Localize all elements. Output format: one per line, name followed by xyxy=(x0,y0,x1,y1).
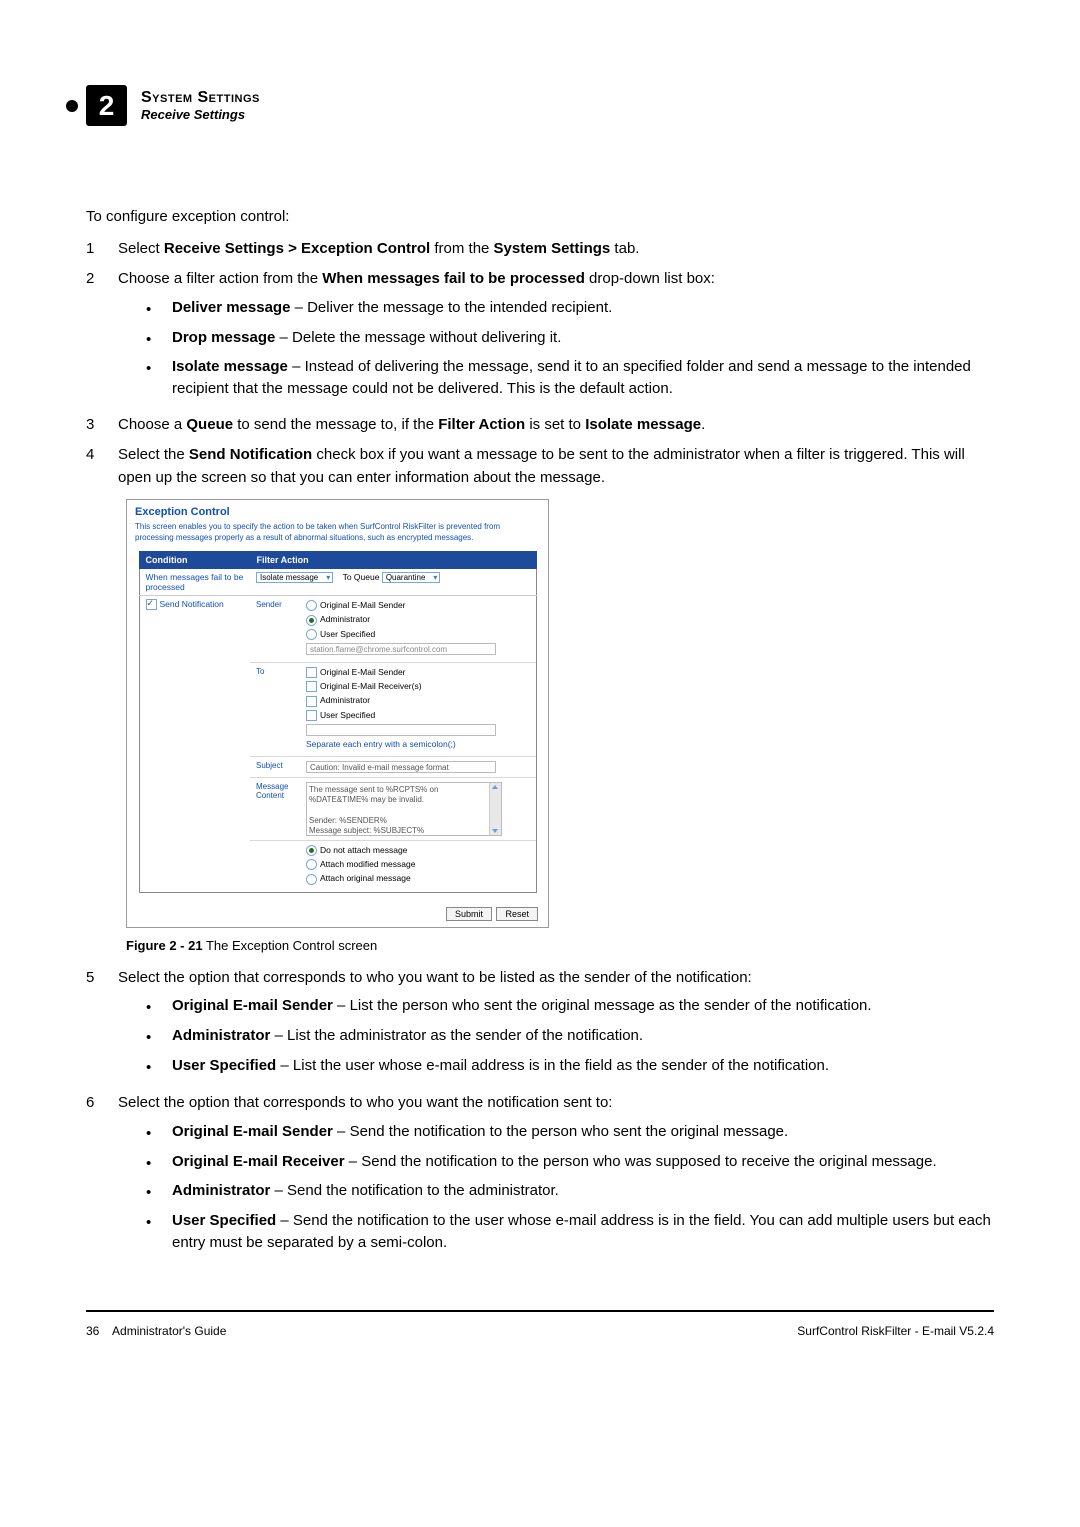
sender-radio-user[interactable] xyxy=(306,629,317,640)
th-filter-action: Filter Action xyxy=(250,552,536,569)
list-item: •Drop message – Delete the message witho… xyxy=(146,327,994,351)
step-4: 4 Select the Send Notification check box… xyxy=(86,444,994,489)
sender-user-input[interactable]: station.flame@chrome.surfcontrol.com xyxy=(306,643,496,655)
to-chk-admin[interactable] xyxy=(306,696,317,707)
list-item: •Deliver message – Deliver the message t… xyxy=(146,297,994,321)
to-chk-sender[interactable] xyxy=(306,667,317,678)
reset-button[interactable]: Reset xyxy=(496,907,538,921)
step-6: 6 Select the option that corresponds to … xyxy=(86,1092,994,1259)
list-item: •Original E-mail Sender – List the perso… xyxy=(146,995,994,1019)
step-3: 3 Choose a Queue to send the message to,… xyxy=(86,414,994,437)
to-chk-receiver[interactable] xyxy=(306,681,317,692)
list-item: •Original E-mail Sender – Send the notif… xyxy=(146,1121,994,1145)
content-label: Message Content xyxy=(250,778,304,840)
step-5: 5 Select the option that corresponds to … xyxy=(86,967,994,1085)
scrollbar[interactable] xyxy=(489,783,501,835)
guide-name: Administrator's Guide xyxy=(112,1324,226,1338)
filter-action-select[interactable]: Isolate message xyxy=(256,572,333,583)
list-item: •Original E-mail Receiver – Send the not… xyxy=(146,1151,994,1175)
to-queue-label: To Queue xyxy=(343,572,380,582)
product-name: SurfControl RiskFilter - E-mail V5.2.4 xyxy=(797,1324,994,1338)
intro-text: To configure exception control: xyxy=(86,206,994,228)
attach-radio-modified[interactable] xyxy=(306,859,317,870)
attach-radio-original[interactable] xyxy=(306,874,317,885)
page-header: 2 System Settings Receive Settings xyxy=(86,85,994,126)
submit-button[interactable]: Submit xyxy=(446,907,492,921)
send-notification-label: Send Notification xyxy=(160,599,224,609)
list-item: •User Specified – List the user whose e-… xyxy=(146,1055,994,1079)
subject-input[interactable]: Caution: Invalid e-mail message format xyxy=(306,761,496,773)
subject-label: Subject xyxy=(250,757,304,777)
chapter-number: 2 xyxy=(99,90,115,122)
list-item: •Administrator – Send the notification t… xyxy=(146,1180,994,1204)
message-content-textarea[interactable]: The message sent to %RCPTS% on %DATE&TIM… xyxy=(306,782,502,836)
th-condition: Condition xyxy=(139,552,250,569)
step-2: 2 Choose a filter action from the When m… xyxy=(86,268,994,406)
queue-select[interactable]: Quarantine xyxy=(382,572,441,583)
panel-title: Exception Control xyxy=(127,500,548,522)
to-user-input[interactable] xyxy=(306,724,496,736)
to-label: To xyxy=(250,663,304,756)
list-item: •Administrator – List the administrator … xyxy=(146,1025,994,1049)
chapter-number-badge: 2 xyxy=(86,85,127,126)
list-item: •User Specified – Send the notification … xyxy=(146,1210,994,1254)
to-chk-user[interactable] xyxy=(306,710,317,721)
send-notification-checkbox[interactable] xyxy=(146,599,157,610)
panel-description: This screen enables you to specify the a… xyxy=(127,522,548,551)
page-footer: 36 Administrator's Guide SurfControl Ris… xyxy=(86,1310,994,1338)
chapter-subtitle: Receive Settings xyxy=(141,107,260,122)
figure-caption: Figure 2 - 21 The Exception Control scre… xyxy=(126,938,994,953)
chapter-title: System Settings xyxy=(141,89,260,107)
sender-radio-admin[interactable] xyxy=(306,615,317,626)
to-hint: Separate each entry with a semicolon(;) xyxy=(306,739,530,749)
row-condition-label: When messages fail to be processed xyxy=(139,569,250,596)
attach-radio-none[interactable] xyxy=(306,845,317,856)
exception-control-screenshot: Exception Control This screen enables yo… xyxy=(126,499,549,927)
list-item: •Isolate message – Instead of delivering… xyxy=(146,356,994,400)
page-number: 36 xyxy=(86,1324,99,1338)
step-1: 1 Select Receive Settings > Exception Co… xyxy=(86,238,994,261)
chapter-dot-icon xyxy=(66,100,78,112)
sender-label: Sender xyxy=(250,596,304,662)
sender-radio-original[interactable] xyxy=(306,600,317,611)
